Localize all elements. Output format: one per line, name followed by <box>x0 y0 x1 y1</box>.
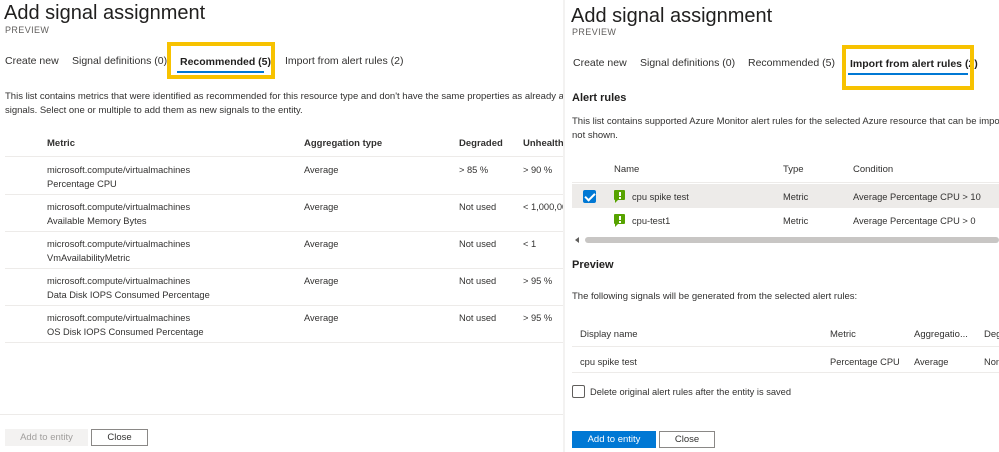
page-subtitle: PREVIEW <box>5 25 50 35</box>
unhealthy-cell: > 95 % <box>523 276 553 286</box>
tab-import-alert-rules[interactable]: Import from alert rules (2) <box>285 55 403 67</box>
divider <box>572 182 999 183</box>
add-to-entity-button[interactable]: Add to entity <box>572 431 656 448</box>
divider <box>5 268 563 269</box>
degraded-cell: Not used <box>459 276 497 286</box>
tab-signal-definitions[interactable]: Signal definitions (0) <box>72 55 167 67</box>
page-title: Add signal assignment <box>571 5 773 27</box>
right-panel: Add signal assignment PREVIEW Create new… <box>565 0 999 452</box>
unhealthy-cell: > 90 % <box>523 165 553 175</box>
tab-recommended[interactable]: Recommended (5) <box>748 57 835 69</box>
col-header-metric[interactable]: Metric <box>47 138 75 149</box>
col-header-display-name[interactable]: Display name <box>580 329 638 340</box>
col-header-metric[interactable]: Metric <box>830 329 856 340</box>
col-header-type[interactable]: Type <box>783 164 804 175</box>
left-panel: Add signal assignment PREVIEW Create new… <box>0 0 563 452</box>
divider <box>572 372 999 373</box>
preview-degraded-cell: None <box>984 357 999 367</box>
alert-rules-heading: Alert rules <box>572 92 627 104</box>
page-title: Add signal assignment <box>4 2 206 24</box>
preview-aggregation-cell: Average <box>914 357 949 367</box>
scroll-left-icon[interactable] <box>575 237 579 243</box>
close-button[interactable]: Close <box>91 429 148 446</box>
delete-alert-rules-label[interactable]: Delete original alert rules after the en… <box>590 386 791 399</box>
degraded-cell: > 85 % <box>459 165 489 175</box>
col-header-unhealthy[interactable]: Unhealthy <box>523 138 563 149</box>
description: This list contains metrics that were ide… <box>5 90 563 118</box>
aggregation-cell: Average <box>304 276 339 286</box>
metric-namespace: microsoft.compute/virtualmachines <box>47 202 191 212</box>
metric-namespace: microsoft.compute/virtualmachines <box>47 239 191 249</box>
unhealthy-cell: > 95 % <box>523 313 553 323</box>
aggregation-cell: Average <box>304 239 339 249</box>
close-button[interactable]: Close <box>659 431 715 448</box>
divider <box>5 194 563 195</box>
metric-name: Percentage CPU <box>47 179 117 189</box>
col-header-condition[interactable]: Condition <box>853 164 893 175</box>
preview-metric-cell: Percentage CPU <box>830 357 900 367</box>
metric-namespace: microsoft.compute/virtualmachines <box>47 165 191 175</box>
col-header-aggregation[interactable]: Aggregation type <box>304 138 382 149</box>
tab-create-new[interactable]: Create new <box>5 55 59 67</box>
metric-name: VmAvailabilityMetric <box>47 253 131 263</box>
description-line: This list contains supported Azure Monit… <box>572 116 999 127</box>
degraded-cell: Not used <box>459 202 497 212</box>
highlight-box <box>167 42 275 79</box>
divider <box>5 156 563 157</box>
description-line: signals. Select one or multiple to add t… <box>5 105 303 116</box>
alert-rule-icon <box>614 214 625 227</box>
description-line: not shown. <box>572 130 618 141</box>
col-header-aggregation[interactable]: Aggregatio... <box>914 329 968 340</box>
divider <box>5 305 563 306</box>
unhealthy-cell: < 1,000,000 <box>523 202 563 212</box>
add-to-entity-button[interactable]: Add to entity <box>5 429 88 446</box>
aggregation-cell: Average <box>304 165 339 175</box>
highlight-box <box>842 45 974 90</box>
divider <box>572 346 999 347</box>
metric-namespace: microsoft.compute/virtualmachines <box>47 313 191 323</box>
alert-name-cell[interactable]: cpu spike test <box>632 191 689 204</box>
alert-type-cell: Metric <box>783 192 809 202</box>
alert-condition-cell: Average Percentage CPU > 10 <box>853 192 981 202</box>
degraded-cell: Not used <box>459 239 497 249</box>
metric-name: OS Disk IOPS Consumed Percentage <box>47 327 204 337</box>
alert-condition-cell: Average Percentage CPU > 0 <box>853 216 976 226</box>
page-subtitle: PREVIEW <box>572 27 617 37</box>
alert-rule-icon <box>614 190 625 203</box>
alert-name-cell[interactable]: cpu-test1 <box>632 215 670 228</box>
delete-alert-rules-checkbox[interactable] <box>572 385 585 398</box>
horizontal-scrollbar[interactable] <box>585 237 999 243</box>
preview-heading: Preview <box>572 259 614 271</box>
divider <box>5 231 563 232</box>
tab-create-new[interactable]: Create new <box>573 57 627 69</box>
alert-rules-description: This list contains supported Azure Monit… <box>572 115 999 143</box>
preview-description: The following signals will be generated … <box>572 291 858 302</box>
description-line: This list contains metrics that were ide… <box>5 91 563 102</box>
tab-signal-definitions[interactable]: Signal definitions (0) <box>640 57 735 69</box>
degraded-cell: Not used <box>459 313 497 323</box>
unhealthy-cell: < 1 <box>523 239 537 249</box>
divider <box>5 342 563 343</box>
col-header-name[interactable]: Name <box>614 164 639 175</box>
metric-name: Available Memory Bytes <box>47 216 147 226</box>
row-select-checkbox[interactable] <box>583 190 596 203</box>
col-header-degraded[interactable]: Degraded <box>459 138 503 149</box>
preview-display-name-cell: cpu spike test <box>580 357 637 367</box>
metric-namespace: microsoft.compute/virtualmachines <box>47 276 191 286</box>
alert-type-cell: Metric <box>783 216 809 226</box>
col-header-degraded[interactable]: Degraded <box>984 329 999 340</box>
aggregation-cell: Average <box>304 313 339 323</box>
metric-name: Data Disk IOPS Consumed Percentage <box>47 290 210 300</box>
aggregation-cell: Average <box>304 202 339 212</box>
footer-divider <box>0 414 563 415</box>
